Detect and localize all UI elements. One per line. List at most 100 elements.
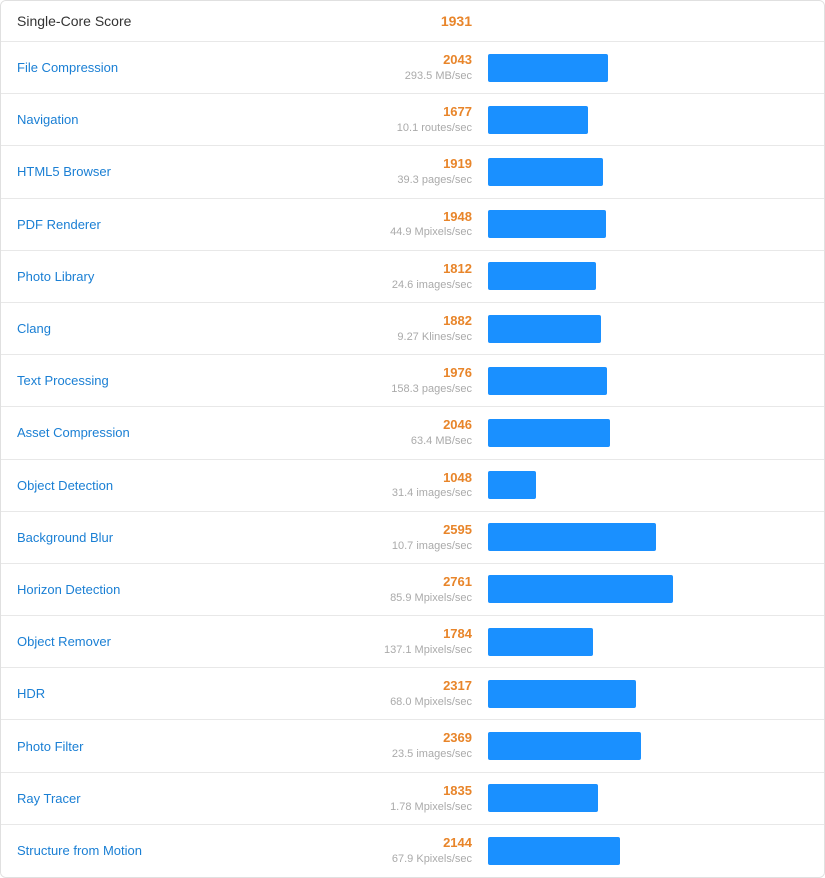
bench-score-object-detection: 1048 xyxy=(352,470,472,487)
bench-score-area-object-remover: 1784 137.1 Mpixels/sec xyxy=(352,626,472,657)
bench-unit-object-detection: 31.4 images/sec xyxy=(352,486,472,500)
bench-score-object-remover: 1784 xyxy=(352,626,472,643)
bar-container-background-blur xyxy=(488,523,808,551)
bar-container-asset-compression xyxy=(488,419,808,447)
bench-score-area-navigation: 1677 10.1 routes/sec xyxy=(352,104,472,135)
table-row: Object Detection 1048 31.4 images/sec xyxy=(1,460,824,512)
bench-score-text-processing: 1976 xyxy=(352,365,472,382)
bench-score-area-asset-compression: 2046 63.4 MB/sec xyxy=(352,417,472,448)
bench-label-hdr: HDR xyxy=(17,686,352,701)
bench-unit-pdf-renderer: 44.9 Mpixels/sec xyxy=(352,225,472,239)
table-row: Photo Filter 2369 23.5 images/sec xyxy=(1,720,824,772)
bench-unit-navigation: 10.1 routes/sec xyxy=(352,121,472,135)
bar-container-ray-tracer xyxy=(488,784,808,812)
bar-asset-compression xyxy=(488,419,610,447)
bench-label-photo-library: Photo Library xyxy=(17,269,352,284)
bench-label-background-blur: Background Blur xyxy=(17,530,352,545)
bench-score-background-blur: 2595 xyxy=(352,522,472,539)
bar-background-blur xyxy=(488,523,656,551)
bar-container-pdf-renderer xyxy=(488,210,808,238)
bench-score-horizon-detection: 2761 xyxy=(352,574,472,591)
bar-html5-browser xyxy=(488,158,603,186)
bench-label-clang: Clang xyxy=(17,321,352,336)
bar-object-remover xyxy=(488,628,593,656)
bench-unit-clang: 9.27 Klines/sec xyxy=(352,330,472,344)
table-row: Structure from Motion 2144 67.9 Kpixels/… xyxy=(1,825,824,877)
bench-score-area-ray-tracer: 1835 1.78 Mpixels/sec xyxy=(352,783,472,814)
bench-unit-asset-compression: 63.4 MB/sec xyxy=(352,434,472,448)
bar-pdf-renderer xyxy=(488,210,606,238)
bench-score-ray-tracer: 1835 xyxy=(352,783,472,800)
bar-navigation xyxy=(488,106,588,134)
bar-structure-from-motion xyxy=(488,837,620,865)
bench-score-navigation: 1677 xyxy=(352,104,472,121)
bench-unit-structure-from-motion: 67.9 Kpixels/sec xyxy=(352,852,472,866)
bar-container-file-compression xyxy=(488,54,808,82)
bench-score-area-hdr: 2317 68.0 Mpixels/sec xyxy=(352,678,472,709)
bench-score-html5-browser: 1919 xyxy=(352,156,472,173)
bench-score-area-horizon-detection: 2761 85.9 Mpixels/sec xyxy=(352,574,472,605)
benchmark-container: Single-Core Score 1931 File Compression … xyxy=(0,0,825,878)
table-row: PDF Renderer 1948 44.9 Mpixels/sec xyxy=(1,199,824,251)
bench-label-photo-filter: Photo Filter xyxy=(17,739,352,754)
bar-container-html5-browser xyxy=(488,158,808,186)
bar-object-detection xyxy=(488,471,536,499)
bench-unit-horizon-detection: 85.9 Mpixels/sec xyxy=(352,591,472,605)
bench-unit-file-compression: 293.5 MB/sec xyxy=(352,69,472,83)
table-row: Text Processing 1976 158.3 pages/sec xyxy=(1,355,824,407)
header-row: Single-Core Score 1931 xyxy=(1,1,824,42)
bar-photo-filter xyxy=(488,732,641,760)
bar-container-navigation xyxy=(488,106,808,134)
bench-score-pdf-renderer: 1948 xyxy=(352,209,472,226)
bar-ray-tracer xyxy=(488,784,598,812)
bench-score-area-pdf-renderer: 1948 44.9 Mpixels/sec xyxy=(352,209,472,240)
bench-unit-html5-browser: 39.3 pages/sec xyxy=(352,173,472,187)
bench-label-html5-browser: HTML5 Browser xyxy=(17,164,352,179)
table-row: Photo Library 1812 24.6 images/sec xyxy=(1,251,824,303)
bench-label-object-remover: Object Remover xyxy=(17,634,352,649)
bench-unit-object-remover: 137.1 Mpixels/sec xyxy=(352,643,472,657)
bench-score-asset-compression: 2046 xyxy=(352,417,472,434)
bench-label-ray-tracer: Ray Tracer xyxy=(17,791,352,806)
bench-score-photo-filter: 2369 xyxy=(352,730,472,747)
table-row: Asset Compression 2046 63.4 MB/sec xyxy=(1,407,824,459)
header-score: 1931 xyxy=(352,13,472,29)
bar-file-compression xyxy=(488,54,608,82)
bar-clang xyxy=(488,315,601,343)
table-row: HTML5 Browser 1919 39.3 pages/sec xyxy=(1,146,824,198)
bench-label-text-processing: Text Processing xyxy=(17,373,352,388)
table-row: Horizon Detection 2761 85.9 Mpixels/sec xyxy=(1,564,824,616)
bench-score-file-compression: 2043 xyxy=(352,52,472,69)
bench-unit-photo-library: 24.6 images/sec xyxy=(352,278,472,292)
bar-container-text-processing xyxy=(488,367,808,395)
bench-score-photo-library: 1812 xyxy=(352,261,472,278)
bench-unit-background-blur: 10.7 images/sec xyxy=(352,539,472,553)
bench-score-area-object-detection: 1048 31.4 images/sec xyxy=(352,470,472,501)
bench-unit-ray-tracer: 1.78 Mpixels/sec xyxy=(352,800,472,814)
bench-score-area-photo-filter: 2369 23.5 images/sec xyxy=(352,730,472,761)
bench-score-area-html5-browser: 1919 39.3 pages/sec xyxy=(352,156,472,187)
bar-photo-library xyxy=(488,262,596,290)
bench-label-object-detection: Object Detection xyxy=(17,478,352,493)
table-row: Clang 1882 9.27 Klines/sec xyxy=(1,303,824,355)
bench-score-area-structure-from-motion: 2144 67.9 Kpixels/sec xyxy=(352,835,472,866)
bench-label-pdf-renderer: PDF Renderer xyxy=(17,217,352,232)
bench-label-structure-from-motion: Structure from Motion xyxy=(17,843,352,858)
bench-unit-hdr: 68.0 Mpixels/sec xyxy=(352,695,472,709)
bar-hdr xyxy=(488,680,636,708)
bench-score-area-background-blur: 2595 10.7 images/sec xyxy=(352,522,472,553)
table-row: Ray Tracer 1835 1.78 Mpixels/sec xyxy=(1,773,824,825)
bar-container-structure-from-motion xyxy=(488,837,808,865)
table-row: File Compression 2043 293.5 MB/sec xyxy=(1,42,824,94)
bench-score-area-photo-library: 1812 24.6 images/sec xyxy=(352,261,472,292)
table-row: Object Remover 1784 137.1 Mpixels/sec xyxy=(1,616,824,668)
bench-score-area-file-compression: 2043 293.5 MB/sec xyxy=(352,52,472,83)
bar-container-object-remover xyxy=(488,628,808,656)
table-row: HDR 2317 68.0 Mpixels/sec xyxy=(1,668,824,720)
bar-container-photo-filter xyxy=(488,732,808,760)
bench-unit-text-processing: 158.3 pages/sec xyxy=(352,382,472,396)
bar-container-horizon-detection xyxy=(488,575,808,603)
table-row: Background Blur 2595 10.7 images/sec xyxy=(1,512,824,564)
bar-horizon-detection xyxy=(488,575,673,603)
benchmark-list: File Compression 2043 293.5 MB/sec Navig… xyxy=(1,42,824,877)
